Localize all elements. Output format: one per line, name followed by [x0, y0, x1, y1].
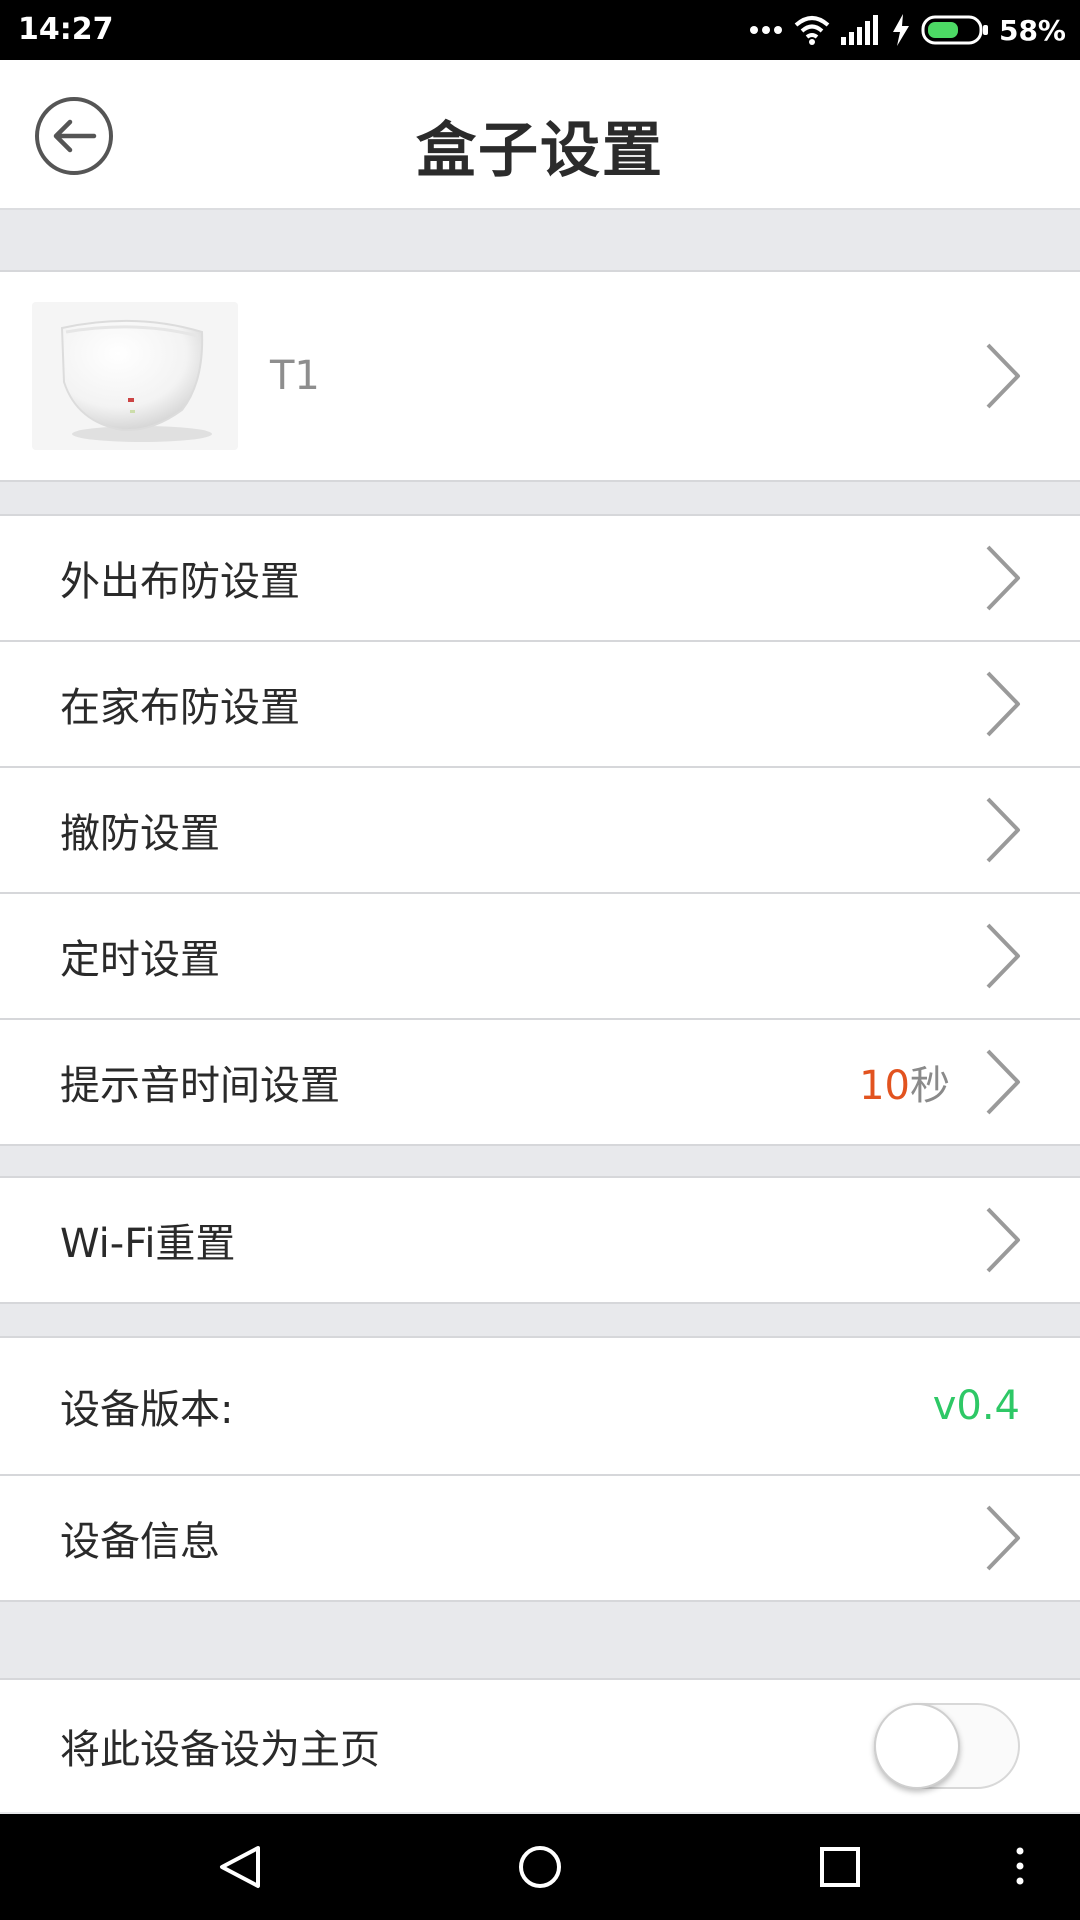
nav-back-icon[interactable] — [218, 1844, 262, 1890]
page-title: 盒子设置 — [416, 116, 664, 186]
nav-home-icon[interactable] — [518, 1844, 562, 1890]
status-time: 14:27 — [18, 12, 114, 47]
device-name: T1 — [270, 353, 320, 399]
signal-icon — [840, 15, 878, 45]
toggle-knob — [874, 1703, 960, 1789]
device-version-value: v0.4 — [932, 1383, 1020, 1429]
device-row[interactable]: T1 — [0, 272, 1080, 480]
device-info-group: 设备版本: v0.4 设备信息 — [0, 1336, 1080, 1602]
chevron-right-icon — [986, 1505, 1020, 1571]
menu-item-disarm[interactable]: 撤防设置 — [0, 766, 1080, 892]
device-group: T1 — [0, 270, 1080, 482]
menu-item-label: 设备信息 — [60, 1519, 220, 1565]
chevron-right-icon — [986, 1207, 1020, 1273]
set-home-group: 将此设备设为主页 — [0, 1678, 1080, 1812]
tone-time-unit: 秒 — [910, 1063, 950, 1109]
menu-item-device-info[interactable]: 设备信息 — [0, 1474, 1080, 1600]
nav-menu-icon[interactable] — [1014, 1846, 1026, 1886]
menu-item-away-arm[interactable]: 外出布防设置 — [0, 516, 1080, 640]
arm-settings-group: 外出布防设置 在家布防设置 撤防设置 定时设置 提示音时间设置 10秒 — [0, 514, 1080, 1146]
charging-icon — [892, 14, 909, 46]
menu-item-label: 提示音时间设置 — [60, 1063, 340, 1109]
menu-item-label: 撤防设置 — [60, 811, 220, 857]
chevron-right-icon — [986, 1049, 1020, 1115]
set-home-toggle[interactable] — [874, 1703, 1020, 1789]
navigation-bar — [0, 1814, 1080, 1920]
wifi-icon — [794, 16, 830, 45]
status-bar: 14:27 58% — [0, 0, 1080, 60]
tone-time-value: 10秒 — [859, 1053, 950, 1111]
chevron-right-icon — [986, 923, 1020, 989]
status-icons: 58% — [749, 10, 1066, 50]
menu-item-home-arm[interactable]: 在家布防设置 — [0, 640, 1080, 766]
more-dots-icon — [749, 26, 782, 34]
chevron-right-icon — [986, 671, 1020, 737]
menu-item-label: Wi-Fi重置 — [60, 1221, 236, 1267]
nav-recents-icon[interactable] — [818, 1844, 862, 1890]
chevron-right-icon — [986, 797, 1020, 863]
menu-item-wifi-reset[interactable]: Wi-Fi重置 — [0, 1178, 1080, 1302]
menu-item-label: 在家布防设置 — [60, 685, 300, 731]
battery-icon — [921, 15, 988, 45]
chevron-right-icon — [986, 343, 1020, 409]
battery-percent: 58% — [998, 13, 1066, 47]
menu-item-label: 定时设置 — [60, 937, 220, 983]
menu-item-tone-time[interactable]: 提示音时间设置 10秒 — [0, 1018, 1080, 1144]
set-home-label: 将此设备设为主页 — [60, 1727, 380, 1773]
tone-time-number: 10 — [859, 1063, 910, 1109]
device-photo — [32, 302, 238, 450]
set-home-row: 将此设备设为主页 — [0, 1680, 1080, 1812]
device-version-row: 设备版本: v0.4 — [0, 1338, 1080, 1474]
wifi-group: Wi-Fi重置 — [0, 1176, 1080, 1304]
menu-item-timer[interactable]: 定时设置 — [0, 892, 1080, 1018]
header: 盒子设置 — [0, 60, 1080, 210]
chevron-right-icon — [986, 545, 1020, 611]
menu-item-label: 外出布防设置 — [60, 559, 300, 605]
device-version-label: 设备版本: — [60, 1387, 234, 1433]
